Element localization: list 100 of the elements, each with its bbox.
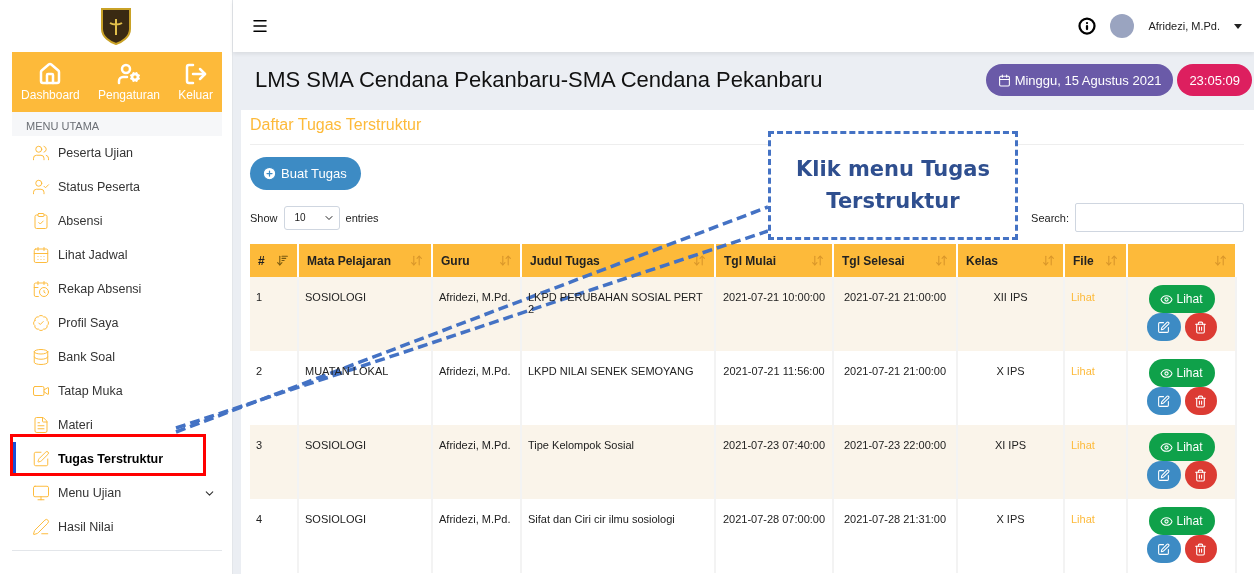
column-header[interactable]: Guru — [432, 244, 521, 277]
monitor-icon — [32, 484, 50, 502]
item-label: Bank Soal — [58, 350, 115, 364]
table-cell: 2021-07-21 21:00:00 — [833, 351, 957, 425]
table-cell: Afridezi, M.Pd. — [432, 277, 521, 351]
delete-button[interactable] — [1184, 461, 1217, 489]
show-label: Show — [250, 211, 278, 224]
table-cell: Afridezi, M.Pd. — [432, 351, 521, 425]
edit-button[interactable] — [1146, 387, 1181, 415]
add-task-button[interactable]: Buat Tugas — [250, 157, 361, 190]
calendar-icon — [32, 246, 50, 264]
table-cell: SOSIOLOGI — [298, 425, 432, 499]
edit-button[interactable] — [1146, 461, 1181, 489]
sidebar-item[interactable]: Hasil Nilai — [12, 510, 222, 544]
plus-icon — [262, 166, 277, 181]
edit-icon — [32, 450, 50, 468]
trash-icon — [1194, 394, 1207, 408]
table-cell: LKPD NILAI SENEK SEMOYANG — [521, 351, 715, 425]
sidebar-item[interactable]: Materi — [12, 408, 222, 442]
callout-text: Klik menu Tugas Terstruktur — [768, 131, 1018, 240]
eye-icon — [1160, 292, 1174, 306]
calendar-clock-icon — [32, 280, 50, 298]
info-icon[interactable] — [1078, 17, 1097, 35]
sort-icon — [276, 254, 289, 267]
column-header[interactable]: Mata Pelajaran — [298, 244, 432, 277]
page-title: LMS SMA Cendana Pekanbaru-SMA Cendana Pekanbaru — [255, 67, 824, 93]
sort-icon — [499, 254, 512, 267]
table-cell: 2021-07-23 22:00:00 — [833, 425, 957, 499]
table-cell: 2021-07-28 21:31:00 — [833, 499, 957, 573]
sidebar-item[interactable]: Status Peserta — [12, 170, 222, 204]
sidebar-item[interactable]: Profil Saya — [12, 306, 222, 340]
delete-button[interactable] — [1184, 535, 1217, 563]
trash-icon — [1194, 542, 1207, 556]
entries-label: entries — [345, 211, 379, 224]
sidebar-item[interactable]: Absensi — [12, 204, 222, 238]
sort-icon — [1214, 254, 1227, 267]
item-label: Materi — [58, 418, 93, 432]
page-size-select[interactable]: 10 — [283, 205, 340, 230]
logout-icon — [183, 62, 208, 86]
trash-icon — [1194, 320, 1207, 334]
table-cell: 2021-07-21 11:56:00 — [715, 351, 833, 425]
sidebar-item[interactable]: Peserta Ujian — [12, 136, 222, 170]
item-label: Absensi — [58, 214, 103, 228]
table-cell: Sifat dan Ciri cir ilmu sosiologi — [521, 499, 715, 573]
column-header[interactable]: File — [1064, 244, 1127, 277]
date-badge: Minggu, 15 Agustus 2021 — [985, 64, 1174, 96]
sidebar-item[interactable]: Tugas Terstruktur — [12, 442, 222, 476]
table-cell: 2021-07-23 07:40:00 — [715, 425, 833, 499]
sort-icon — [935, 254, 948, 267]
column-header[interactable]: Tgl Mulai — [715, 244, 833, 277]
sidebar-item[interactable]: Bank Soal — [12, 340, 222, 374]
delete-button[interactable] — [1184, 313, 1217, 341]
table-cell: 2021-07-28 07:00:00 — [715, 499, 833, 573]
table-cell: Afridezi, M.Pd. — [432, 499, 521, 573]
caret-icon[interactable] — [1234, 23, 1242, 29]
badge-icon — [32, 314, 50, 332]
pen-icon — [32, 518, 50, 536]
table-cell: X IPS — [957, 351, 1064, 425]
table-cell: 2 — [250, 351, 298, 425]
school-logo — [100, 7, 132, 45]
item-label: Tatap Muka — [58, 384, 123, 398]
table-cell: XII IPS — [957, 277, 1064, 351]
item-label: Menu Ujian — [58, 486, 122, 500]
people-icon — [32, 144, 50, 162]
sidebar-item[interactable]: Rekap Absensi — [12, 272, 222, 306]
edit-button[interactable] — [1146, 313, 1181, 341]
table-cell: 2021-07-21 21:00:00 — [833, 277, 957, 351]
table-cell: SOSIOLOGI — [298, 277, 432, 351]
item-label: Tugas Terstruktur — [58, 452, 164, 466]
sidebar-item[interactable]: Tatap Muka — [12, 374, 222, 408]
table-cell: Tipe Kelompok Sosial — [521, 425, 715, 499]
table-cell: SOSIOLOGI — [298, 499, 432, 573]
search-label: Search: — [1031, 211, 1069, 224]
column-header[interactable]: Kelas — [957, 244, 1064, 277]
search-field[interactable] — [1075, 203, 1244, 232]
home-icon — [38, 62, 63, 86]
table-cell: 3 — [250, 425, 298, 499]
edit-icon — [1157, 320, 1170, 334]
sidebar-item[interactable]: Menu Ujian — [12, 476, 222, 510]
database-icon — [32, 348, 50, 366]
table-cell: XI IPS — [957, 425, 1064, 499]
sort-icon — [811, 254, 824, 267]
edit-icon — [1157, 394, 1170, 408]
column-header[interactable]: # — [250, 244, 298, 277]
table-cell: Afridezi, M.Pd. — [432, 425, 521, 499]
section-title: MENU UTAMA — [12, 112, 222, 136]
delete-button[interactable] — [1184, 387, 1217, 415]
eye-icon — [1160, 440, 1174, 454]
column-header[interactable]: Judul Tugas — [521, 244, 715, 277]
menu-icon[interactable] — [251, 17, 269, 35]
column-header[interactable]: Tgl Selesai — [833, 244, 957, 277]
calendar-icon — [997, 73, 1011, 87]
user-name[interactable]: Afridezi, M.Pd. — [1148, 20, 1220, 32]
sidebar-item[interactable]: Lihat Jadwal — [12, 238, 222, 272]
item-label: Hasil Nilai — [58, 520, 114, 534]
trash-icon — [1194, 468, 1207, 482]
eye-icon — [1160, 366, 1174, 380]
item-label: Status Peserta — [58, 180, 140, 194]
edit-button[interactable] — [1146, 535, 1181, 563]
item-label: Peserta Ujian — [58, 146, 134, 160]
